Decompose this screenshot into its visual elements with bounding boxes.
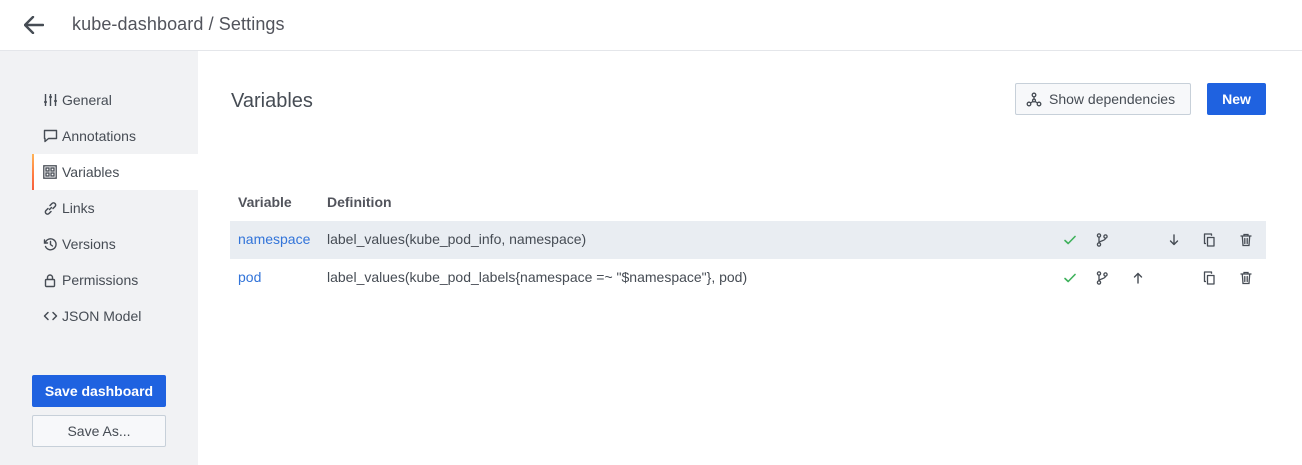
variable-name-link[interactable]: pod (238, 269, 261, 285)
sliders-icon (42, 92, 58, 108)
trash-icon[interactable] (1238, 232, 1254, 248)
sidebar-item-versions[interactable]: Versions (32, 226, 198, 262)
back-button[interactable] (20, 12, 48, 38)
arrow-up-icon[interactable] (1130, 270, 1146, 286)
top-bar: kube-dashboard / Settings (0, 0, 1302, 51)
new-variable-button[interactable]: New (1207, 83, 1266, 115)
branch-icon[interactable] (1094, 232, 1110, 248)
sidebar-item-label: Variables (62, 164, 120, 180)
variable-definition: label_values(kube_pod_labels{namespace =… (327, 269, 748, 285)
show-dependencies-button[interactable]: Show dependencies (1015, 83, 1191, 115)
sidebar-item-permissions[interactable]: Permissions (32, 262, 198, 298)
sidebar-item-label: Annotations (62, 128, 136, 144)
table-row: namespace label_values(kube_pod_info, na… (230, 221, 1266, 259)
sidebar-item-variables[interactable]: Variables (32, 154, 198, 190)
variable-name-link[interactable]: namespace (238, 231, 310, 247)
sidebar-item-label: Links (62, 200, 95, 216)
show-dependencies-label: Show dependencies (1049, 91, 1176, 107)
code-icon (42, 308, 58, 324)
arrow-left-icon (24, 16, 44, 34)
save-dashboard-button[interactable]: Save dashboard (32, 375, 166, 407)
lock-icon (42, 272, 58, 288)
calculator-icon (42, 164, 58, 180)
sidebar-item-links[interactable]: Links (32, 190, 198, 226)
graph-icon (1026, 91, 1042, 107)
history-icon (42, 236, 58, 252)
sidebar-item-label: JSON Model (62, 308, 142, 324)
table-header: Variable Definition (230, 183, 1266, 221)
sidebar-item-label: Permissions (62, 272, 139, 288)
column-header-variable: Variable (238, 194, 292, 210)
comment-icon (42, 128, 58, 144)
settings-nav: General Annotations Variables Links Vers… (32, 82, 198, 334)
variable-definition: label_values(kube_pod_info, namespace) (327, 231, 587, 247)
sidebar-item-annotations[interactable]: Annotations (32, 118, 198, 154)
copy-icon[interactable] (1202, 270, 1218, 286)
arrow-down-icon[interactable] (1166, 232, 1182, 248)
table-row: pod label_values(kube_pod_labels{namespa… (230, 259, 1266, 297)
branch-icon[interactable] (1094, 270, 1110, 286)
check-icon (1062, 232, 1078, 248)
check-icon (1062, 270, 1078, 286)
link-icon (42, 200, 58, 216)
column-header-definition: Definition (327, 194, 392, 210)
variables-table: Variable Definition namespace label_valu… (230, 183, 1266, 297)
sidebar-item-json-model[interactable]: JSON Model (32, 298, 198, 334)
sidebar-item-label: General (62, 92, 112, 108)
copy-icon[interactable] (1202, 232, 1218, 248)
sidebar-item-label: Versions (62, 236, 116, 252)
breadcrumb[interactable]: kube-dashboard / Settings (72, 14, 285, 35)
page-title: Variables (231, 90, 313, 112)
settings-sidebar: General Annotations Variables Links Vers… (0, 51, 198, 465)
trash-icon[interactable] (1238, 270, 1254, 286)
save-as-button[interactable]: Save As... (32, 415, 166, 447)
sidebar-item-general[interactable]: General (32, 82, 198, 118)
